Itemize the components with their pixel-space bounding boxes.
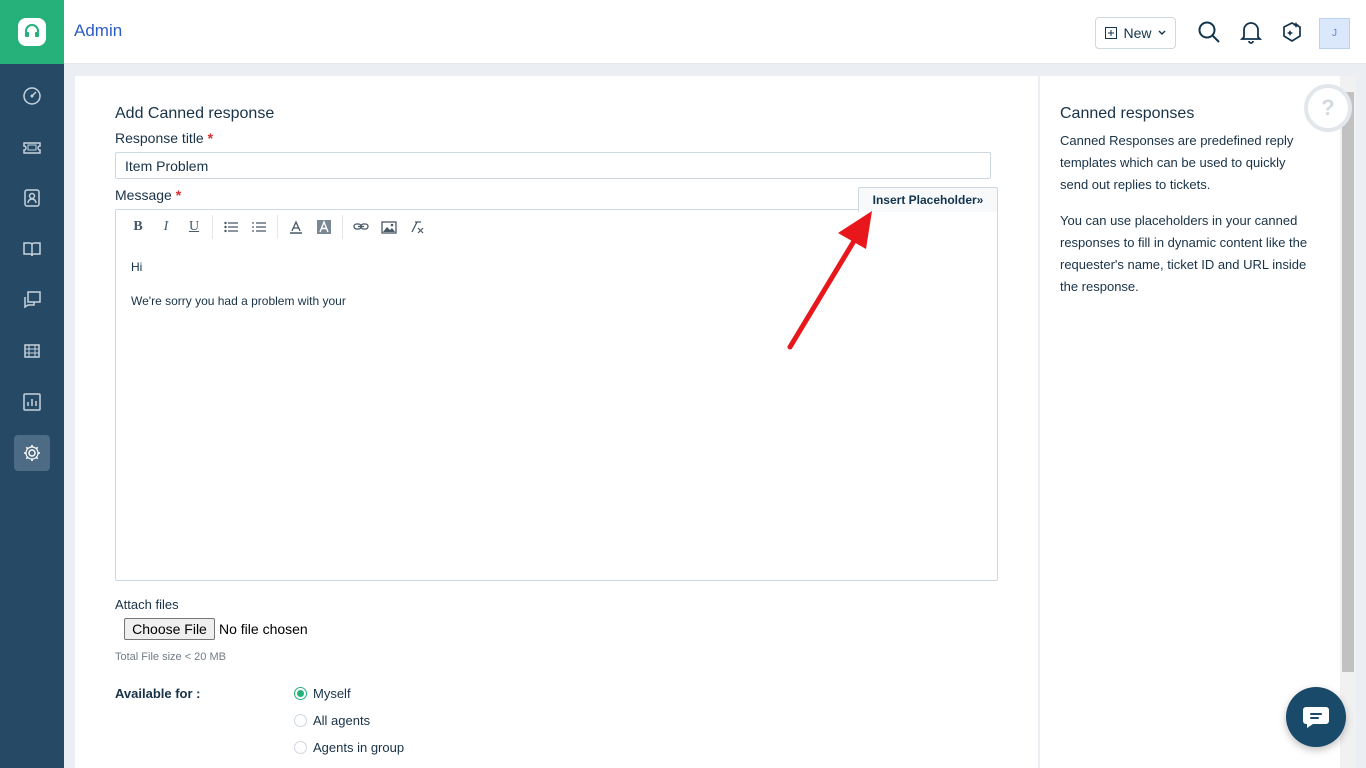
top-header: Admin New J	[64, 0, 1366, 64]
image-icon	[381, 220, 397, 234]
sidebar-item-tickets[interactable]	[14, 129, 50, 165]
radio-option-myself[interactable]: Myself	[294, 685, 351, 701]
background-color-button[interactable]	[310, 215, 338, 239]
numbered-list-icon	[252, 222, 266, 232]
chat-widget-button[interactable]	[1286, 687, 1346, 747]
required-mark: *	[175, 187, 182, 203]
sidebar-item-assets[interactable]	[14, 333, 50, 369]
message-editor[interactable]: B I U Hi We're sorry you had a problem w…	[115, 209, 998, 581]
choose-file-button[interactable]: Choose File	[124, 618, 215, 640]
radio-option-all-agents[interactable]: All agents	[294, 712, 370, 728]
ai-assist-button[interactable]	[1279, 19, 1305, 45]
search-button[interactable]	[1196, 19, 1222, 45]
help-paragraph: You can use placeholders in your canned …	[1060, 213, 1308, 294]
freshdesk-logo[interactable]	[0, 0, 64, 64]
numbered-list-button[interactable]	[245, 215, 273, 239]
radio-button[interactable]	[294, 713, 307, 727]
sidebar-item-admin[interactable]	[14, 435, 50, 471]
message-label: Message *	[115, 187, 182, 203]
scrollbar-thumb[interactable]	[1342, 92, 1354, 672]
response-title-label: Response title *	[115, 130, 214, 146]
editor-toolbar: B I U	[116, 210, 997, 244]
toolbar-divider	[212, 215, 213, 239]
user-avatar[interactable]: J	[1319, 18, 1350, 49]
link-icon	[353, 223, 369, 230]
headset-logo-icon	[18, 18, 46, 46]
attach-files-label: Attach files	[115, 597, 179, 612]
page-title: Admin	[74, 21, 123, 40]
question-mark-icon: ?	[1321, 95, 1335, 120]
font-color-icon	[290, 220, 302, 234]
no-file-status: No file chosen	[219, 621, 308, 637]
sidebar-item-contacts[interactable]	[14, 180, 50, 216]
new-button-label: New	[1123, 25, 1152, 41]
sidebar	[0, 0, 64, 768]
sidebar-item-solutions[interactable]	[14, 231, 50, 267]
highlight-color-icon	[317, 220, 331, 234]
ticket-icon	[23, 142, 41, 154]
solutions-icon	[23, 242, 41, 257]
bold-button[interactable]: B	[124, 215, 152, 239]
canned-response-form: Add Canned response Response title * Mes…	[75, 76, 1038, 768]
bell-icon	[1240, 22, 1262, 44]
notifications-button[interactable]	[1238, 19, 1264, 45]
sidebar-item-dashboard[interactable]	[14, 78, 50, 114]
insert-image-button[interactable]	[375, 215, 403, 239]
help-panel: Canned responses Canned Responses are pr…	[1039, 76, 1340, 768]
form-title: Add Canned response	[115, 105, 275, 122]
italic-button[interactable]: I	[152, 215, 180, 239]
radio-button[interactable]	[294, 686, 307, 700]
admin-gear-icon	[24, 445, 40, 461]
chat-bubble-icon	[1303, 707, 1329, 728]
sidebar-item-reports[interactable]	[14, 384, 50, 420]
new-button[interactable]: New	[1095, 17, 1176, 49]
available-for-label: Available for :	[115, 686, 201, 701]
message-line: Hi	[131, 260, 143, 274]
underline-button[interactable]: U	[180, 215, 208, 239]
sidebar-item-forums[interactable]	[14, 282, 50, 318]
clear-formatting-button[interactable]	[403, 215, 431, 239]
dashboard-icon	[23, 87, 41, 105]
radio-option-agents-in-group[interactable]: Agents in group	[294, 739, 404, 755]
required-mark: *	[207, 130, 214, 146]
bullet-list-icon	[224, 221, 238, 233]
plus-square-icon	[1105, 27, 1118, 39]
clear-format-icon	[411, 221, 424, 234]
bulleted-list-button[interactable]	[217, 215, 245, 239]
contacts-icon	[24, 189, 40, 207]
forums-icon	[24, 291, 41, 309]
message-line: We're sorry you had a problem with your	[131, 294, 346, 308]
help-widget-button[interactable]: ?	[1304, 84, 1352, 132]
reports-icon	[23, 393, 41, 411]
page-scrollbar[interactable]	[1340, 76, 1356, 768]
chevron-down-icon	[1158, 30, 1165, 35]
sparkle-cube-icon	[1283, 22, 1301, 43]
response-title-input[interactable]	[115, 152, 991, 179]
insert-link-button[interactable]	[347, 215, 375, 239]
assets-icon	[24, 344, 40, 358]
toolbar-divider	[342, 215, 343, 239]
editor-content[interactable]: Hi We're sorry you had a problem with yo…	[116, 244, 997, 344]
help-paragraph: Canned Responses are predefined reply te…	[1060, 133, 1294, 192]
file-size-note: Total File size < 20 MB	[115, 651, 226, 663]
help-panel-title: Canned responses	[1060, 105, 1195, 122]
font-color-button[interactable]	[282, 215, 310, 239]
radio-button[interactable]	[294, 740, 307, 754]
search-icon	[1198, 21, 1220, 43]
insert-placeholder-button[interactable]: Insert Placeholder»	[858, 187, 998, 212]
toolbar-divider	[277, 215, 278, 239]
